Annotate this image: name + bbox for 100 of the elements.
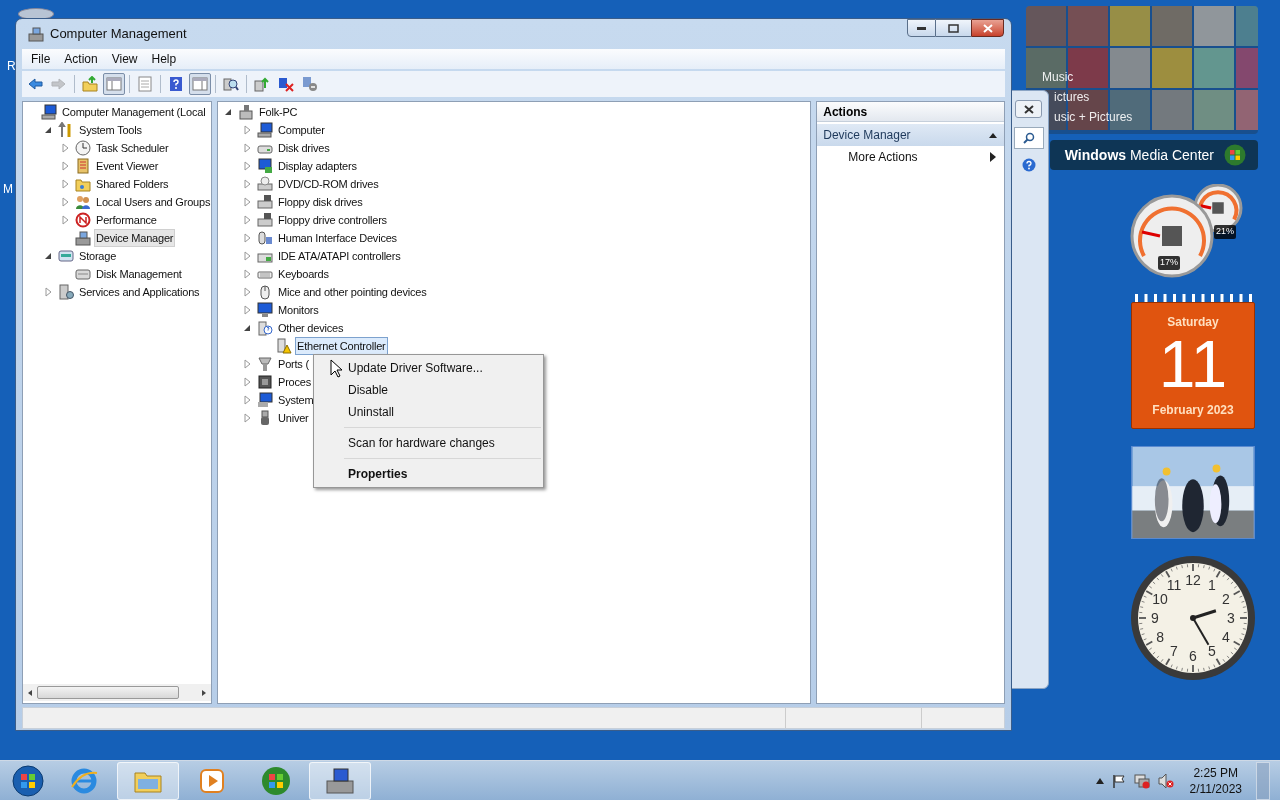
tree-item[interactable]: Local Users and Groups <box>94 193 211 211</box>
gadget-title: Windows Media Center <box>1064 145 1214 165</box>
tree-item[interactable]: Event Viewer <box>94 157 161 175</box>
users-icon <box>75 194 91 210</box>
tree-pane-icon <box>106 76 122 92</box>
close-button[interactable] <box>1015 100 1042 118</box>
tree-item[interactable]: System Tools <box>77 121 144 139</box>
tree-item[interactable]: Univer <box>276 409 311 427</box>
network-error-icon[interactable] <box>1133 772 1150 789</box>
media-center-bar[interactable]: Windows Media Center <box>1050 140 1258 170</box>
tree-item[interactable]: Keyboards <box>276 265 331 283</box>
tree-item[interactable]: DVD/CD-ROM drives <box>276 175 381 193</box>
clock-numeral: 3 <box>1226 610 1236 626</box>
tree-item[interactable]: IDE ATA/ATAPI controllers <box>276 247 403 265</box>
maximize-button[interactable] <box>936 19 971 37</box>
media-category[interactable]: ictures <box>1054 88 1090 106</box>
tree-item[interactable]: Proces <box>276 373 314 391</box>
window-title: Computer Management <box>50 25 187 44</box>
tools-icon <box>58 122 74 138</box>
tree-item[interactable]: Computer <box>276 121 327 139</box>
show-desktop-button[interactable] <box>1256 761 1270 800</box>
services-icon <box>58 284 74 300</box>
back-arrow-icon <box>27 76 43 92</box>
tree-item[interactable]: Disk drives <box>276 139 332 157</box>
help-icon[interactable] <box>1021 158 1036 172</box>
action-link[interactable]: More Actions <box>817 146 1004 168</box>
tree-item[interactable]: System <box>276 391 316 409</box>
pane-header: Actions <box>817 102 1004 122</box>
menu-item[interactable]: Update Driver Software... <box>316 357 541 379</box>
gauge-reading: 17% <box>1158 256 1180 270</box>
menu-item[interactable]: Help <box>144 50 184 68</box>
desktop-icon-label[interactable]: R <box>7 57 16 75</box>
help-icon <box>168 76 184 92</box>
submenu-arrow-icon <box>990 152 996 162</box>
menu-item[interactable]: Action <box>57 50 105 68</box>
tree-item[interactable]: Other devices <box>276 319 346 337</box>
show-hidden-icons-icon[interactable] <box>1095 777 1104 784</box>
port-icon <box>257 356 273 372</box>
media-center-icon <box>260 764 292 797</box>
tree-item[interactable]: Human Interface Devices <box>276 229 399 247</box>
expander-icon[interactable] <box>242 323 252 333</box>
tree-item[interactable]: Folk-PC <box>257 103 300 121</box>
taskbar-button[interactable] <box>309 761 371 800</box>
tree-item[interactable]: Task Scheduler <box>94 139 171 157</box>
tree-item[interactable]: Display adapters <box>276 157 359 175</box>
tree-item[interactable]: Storage <box>77 247 119 265</box>
tree-item[interactable]: Disk Management <box>94 265 184 283</box>
volume-muted-icon[interactable] <box>1157 772 1174 789</box>
calendar-month: February 2023 <box>1152 402 1234 419</box>
menu-item[interactable]: File <box>24 50 58 68</box>
clock-numeral: 6 <box>1188 648 1198 664</box>
list-icon <box>137 76 153 92</box>
clock-numeral: 1 <box>1207 577 1217 594</box>
close-button[interactable] <box>971 19 1004 37</box>
tree-item[interactable]: Services and Applications <box>77 283 202 301</box>
clock-numeral: 7 <box>1169 642 1179 659</box>
scan-hardware-icon <box>223 76 239 92</box>
close-icon <box>1023 104 1034 114</box>
start-orb-icon <box>12 764 44 797</box>
expander-icon[interactable] <box>223 107 233 117</box>
windows-logo-icon <box>1224 144 1246 166</box>
tree-item[interactable]: Computer Management (Local <box>60 103 208 121</box>
unknown-device-icon <box>257 320 273 336</box>
expander-icon[interactable] <box>43 251 53 261</box>
optical-drive-icon <box>257 176 273 192</box>
tree-item[interactable]: Ethernet Controller <box>295 337 388 355</box>
horizontal-scrollbar[interactable] <box>23 684 211 701</box>
tree-item[interactable]: Monitors <box>276 301 321 319</box>
close-icon <box>982 23 993 33</box>
minimize-button[interactable] <box>907 19 936 37</box>
tree-item[interactable]: Performance <box>94 211 159 229</box>
action-pane-icon <box>192 76 208 92</box>
flag-icon[interactable] <box>1111 773 1126 788</box>
tree-item[interactable]: Shared Folders <box>94 175 171 193</box>
calendar-gadget[interactable]: Saturday 11 February 2023 <box>1131 302 1255 429</box>
menu-item[interactable]: Uninstall <box>316 401 541 423</box>
clock-numeral: 8 <box>1155 629 1165 645</box>
search-icon <box>1022 132 1035 144</box>
menu-item[interactable]: Properties <box>316 463 541 485</box>
tree-item[interactable]: Floppy drive controllers <box>276 211 389 229</box>
media-category[interactable]: usic + Pictures <box>1054 108 1133 126</box>
update-driver-icon <box>254 76 270 92</box>
clock-numeral: 5 <box>1207 642 1217 659</box>
calendar-day: 11 <box>1158 331 1228 397</box>
search-button[interactable] <box>1013 127 1044 149</box>
log-book-icon <box>75 158 91 174</box>
tree-item[interactable]: Floppy disk drives <box>276 193 365 211</box>
clock-button[interactable]: 2:25 PM 2/11/2023 <box>1189 764 1242 797</box>
maximize-icon <box>948 23 959 33</box>
expander-icon[interactable] <box>43 125 53 135</box>
section-header[interactable]: Device Manager <box>817 124 1004 146</box>
clock-numeral: 11 <box>1165 577 1183 594</box>
desktop-icon-label[interactable]: M <box>3 180 13 198</box>
menu-item[interactable]: View <box>104 50 145 68</box>
menu-item[interactable]: Scan for hardware changes <box>316 432 541 454</box>
tree-item[interactable]: Mice and other pointing devices <box>276 283 429 301</box>
tree-item[interactable]: Device Manager <box>94 229 176 247</box>
tree-item[interactable]: Ports ( <box>276 355 311 373</box>
menu-item[interactable]: Disable <box>316 379 541 401</box>
media-category[interactable]: Music <box>1042 68 1074 86</box>
